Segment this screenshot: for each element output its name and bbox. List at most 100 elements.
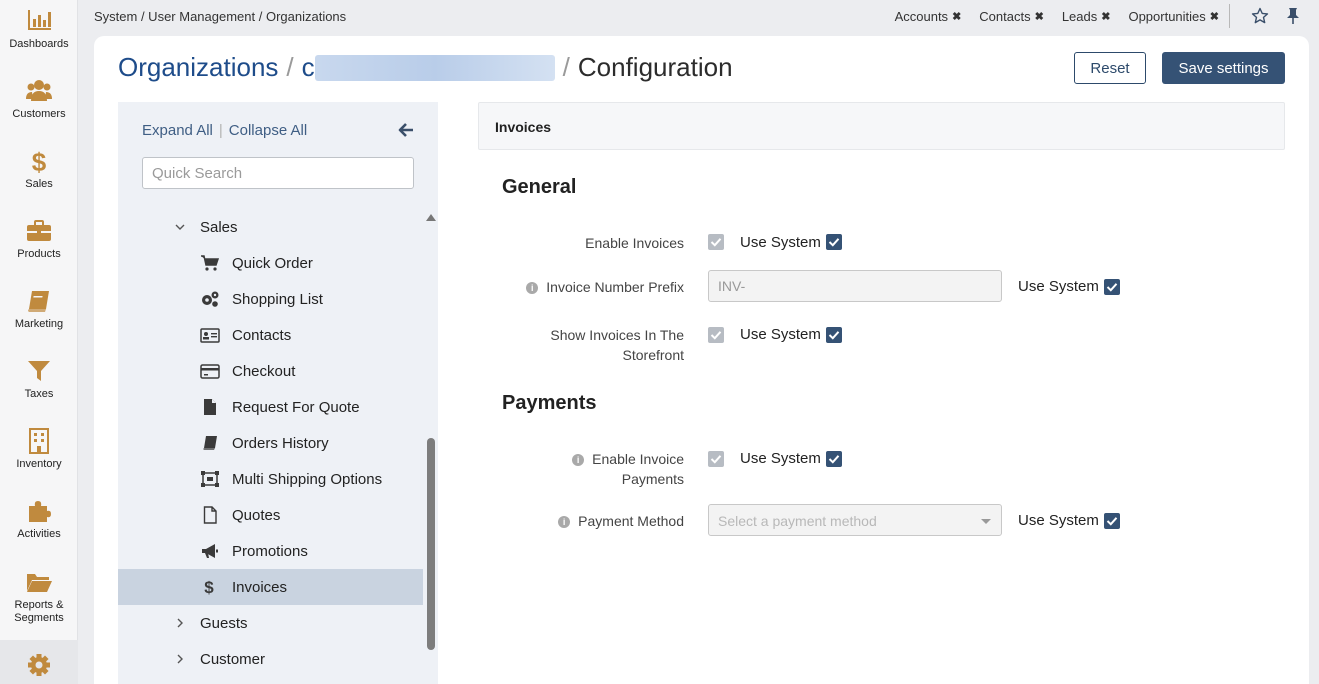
info-icon[interactable]: i: [572, 454, 585, 466]
enable-invoices-checkbox[interactable]: [708, 234, 724, 250]
nav-item-products[interactable]: Products: [0, 218, 78, 260]
close-icon[interactable]: ✖: [1035, 10, 1044, 23]
breadcrumb[interactable]: System / User Management / Organizations: [94, 9, 346, 24]
close-icon[interactable]: ✖: [952, 10, 961, 23]
star-icon[interactable]: [1251, 7, 1269, 25]
reset-button[interactable]: Reset: [1074, 52, 1146, 84]
shortcut-label[interactable]: Leads: [1062, 9, 1097, 24]
nav-item-activities[interactable]: Activities: [0, 498, 78, 540]
tree-item-quotes[interactable]: Quotes: [118, 497, 423, 533]
show-invoices-checkbox[interactable]: [708, 327, 724, 343]
building-icon: [25, 428, 53, 454]
chevron-right-icon[interactable]: [174, 653, 186, 665]
tree-item-promotions[interactable]: Promotions: [118, 533, 423, 569]
tree-item-quick-order[interactable]: Quick Order: [118, 245, 423, 281]
nav-item-marketing[interactable]: Marketing: [0, 288, 78, 330]
save-settings-button[interactable]: Save settings: [1162, 52, 1285, 84]
tree-item-contacts[interactable]: Contacts: [118, 317, 423, 353]
field-label-invoice-prefix: i Invoice Number Prefix: [526, 277, 684, 297]
nav-item-sales[interactable]: $ Sales: [0, 147, 78, 190]
tree-item-invoices[interactable]: $ Invoices: [118, 569, 423, 605]
scrollbar-thumb[interactable]: [427, 438, 435, 650]
main-navigation: Dashboards Customers $ Sales Products Ma…: [0, 0, 78, 684]
shortcut-leads[interactable]: Leads ✖: [1062, 9, 1111, 24]
use-system-label: Use System: [740, 450, 821, 467]
pin-icon[interactable]: [1285, 7, 1301, 25]
label-text: Payment Method: [578, 513, 684, 529]
quick-search-input[interactable]: [142, 157, 414, 189]
shortcut-label[interactable]: Accounts: [895, 9, 948, 24]
chevron-down-icon[interactable]: [174, 221, 186, 233]
top-bar: System / User Management / Organizations…: [78, 0, 1319, 32]
title-link-organizations[interactable]: Organizations: [118, 52, 278, 83]
tree-item-checkout[interactable]: Checkout: [118, 353, 423, 389]
close-icon[interactable]: ✖: [1210, 10, 1219, 23]
field-label-enable-payments: i Enable Invoice Payments: [572, 449, 684, 489]
close-icon[interactable]: ✖: [1101, 10, 1110, 23]
tree-item-shopping-list[interactable]: Shopping List: [118, 281, 423, 317]
book-icon: [203, 436, 217, 450]
nav-label-line2: Segments: [14, 612, 64, 624]
briefcase-icon: [25, 218, 53, 244]
payment-method-select[interactable]: Select a payment method: [708, 504, 1002, 536]
nav-item-reports[interactable]: Reports & Segments: [0, 569, 78, 625]
config-tree-panel: Expand All | Collapse All Sales Quick Orde…: [118, 102, 438, 684]
tree-item-label: Checkout: [232, 362, 296, 380]
shortcut-contacts[interactable]: Contacts ✖: [979, 9, 1044, 24]
label-text: Show Invoices In The: [550, 327, 684, 343]
tree-item-request-for-quote[interactable]: Request For Quote: [118, 389, 423, 425]
folder-icon: [25, 569, 53, 595]
expand-all-link[interactable]: Expand All: [142, 122, 213, 139]
tree-item-customer[interactable]: Customer: [118, 641, 423, 677]
info-icon[interactable]: i: [526, 282, 539, 294]
main-content: Organizations / c / Configuration Reset …: [94, 36, 1309, 684]
label-text: Enable Invoices: [585, 235, 684, 251]
use-system-label: Use System: [1018, 278, 1099, 295]
tree-item-multi-shipping[interactable]: Multi Shipping Options: [118, 461, 423, 497]
use-system-checkbox[interactable]: [1104, 513, 1120, 529]
use-system-checkbox[interactable]: [826, 327, 842, 343]
shortcut-label[interactable]: Opportunities: [1128, 9, 1205, 24]
file-outline-icon: [203, 506, 217, 524]
gear-icon: [25, 652, 53, 678]
tree-item-label: Quotes: [232, 506, 281, 524]
tree-item-orders-history[interactable]: Orders History: [118, 425, 423, 461]
nav-item-dashboards[interactable]: Dashboards: [0, 8, 78, 50]
enable-payments-checkbox[interactable]: [708, 451, 724, 467]
arrow-left-icon[interactable]: [398, 122, 414, 138]
use-system-checkbox[interactable]: [826, 234, 842, 250]
bullhorn-icon: [202, 544, 218, 558]
scroll-up-arrow[interactable]: [426, 214, 436, 221]
section-header: Invoices: [478, 102, 1285, 150]
nav-item-system[interactable]: [0, 640, 78, 684]
chart-bar-icon: [25, 8, 53, 34]
file-icon: [204, 399, 216, 415]
label-text: Payments: [621, 471, 684, 487]
use-system-checkbox[interactable]: [826, 451, 842, 467]
nav-item-inventory[interactable]: Inventory: [0, 428, 78, 470]
pinned-shortcuts: Accounts ✖ Contacts ✖ Leads ✖ Opportunities…: [895, 9, 1219, 24]
nav-item-taxes[interactable]: Taxes: [0, 358, 78, 400]
dollar-icon: $: [204, 578, 214, 596]
title-separator: /: [286, 52, 294, 82]
info-icon[interactable]: i: [558, 516, 571, 528]
nav-label: Dashboards: [9, 38, 69, 50]
tree-item-sales[interactable]: Sales: [118, 209, 423, 245]
cogs-icon: [202, 291, 219, 307]
nav-label: Reports &: [14, 599, 64, 611]
chevron-right-icon[interactable]: [174, 617, 186, 629]
field-label-show-invoices: Show Invoices In The Storefront: [550, 325, 684, 365]
use-system-checkbox[interactable]: [1104, 279, 1120, 295]
address-card-icon: [200, 328, 220, 343]
shortcut-opportunities[interactable]: Opportunities ✖: [1128, 9, 1219, 24]
tree-item-guests[interactable]: Guests: [118, 605, 423, 641]
nav-label: Products: [17, 248, 61, 260]
use-system-label: Use System: [740, 234, 821, 251]
shortcut-label[interactable]: Contacts: [979, 9, 1030, 24]
invoice-prefix-input[interactable]: [708, 270, 1002, 302]
nav-item-customers[interactable]: Customers: [0, 78, 78, 120]
shortcut-accounts[interactable]: Accounts ✖: [895, 9, 962, 24]
title-entity-name[interactable]: c: [302, 52, 315, 83]
field-label-payment-method: i Payment Method: [558, 511, 684, 531]
collapse-all-link[interactable]: Collapse All: [229, 122, 307, 139]
